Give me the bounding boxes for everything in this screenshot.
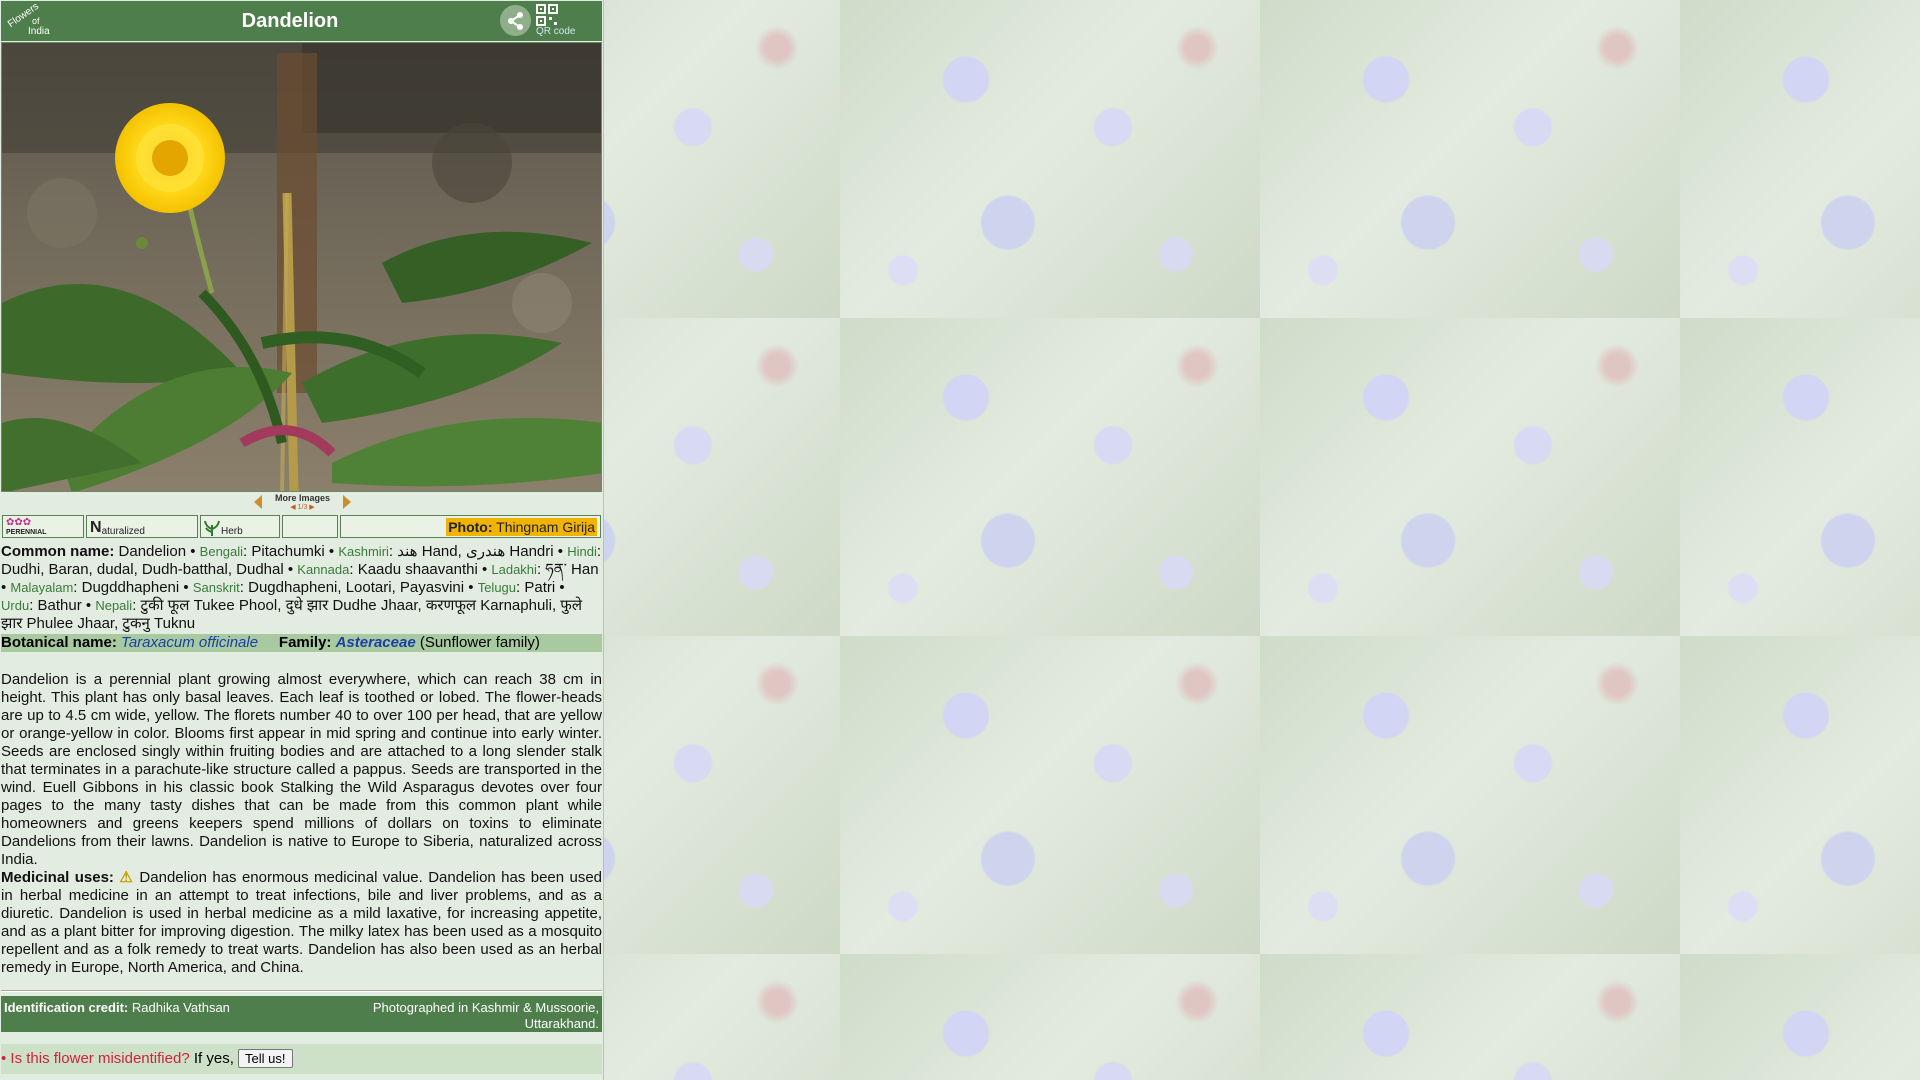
content-panel: Flowers of India Dandelion QR code More … [0,0,604,1080]
name-kannada: Kaadu shaavanthi [357,561,478,578]
flower-photo[interactable] [1,42,602,492]
botanical-name-link[interactable]: Taraxacum officinale [121,634,258,651]
lang-malayalam: Malayalam [10,580,74,595]
share-icon [507,11,523,30]
qr-code-label: QR code [536,26,576,37]
perennial-flowers-icon: ✿✿✿ [6,517,32,528]
qr-code-button[interactable]: QR code [536,4,586,38]
name-nepali: टुकी फूल Tukee Phool, दुधे झार Dudhe Jha… [1,597,583,632]
name-malayalam: Dugddhapheni [81,579,180,596]
name-telugu: Patri [524,579,556,596]
warning-icon: ⚠ [119,869,135,886]
medicinal-uses: Medicinal uses: ⚠ Dandelion has enormous… [1,869,602,977]
name-kashmiri: هند Hand, هندری Handri [397,543,554,560]
identification-credit-name: Radhika Vathsan [131,1000,230,1015]
lang-kashmiri: Kashmiri [338,544,389,559]
lang-nepali: Nepali [95,598,133,613]
identification-credit-bar: Identification credit: Radhika Vathsan P… [1,996,602,1032]
plant-attributes-row: ✿✿✿ PERENNIAL N aturalized Herb Photo: T… [1,514,602,541]
herb-badge: Herb [200,515,280,538]
misidentified-question[interactable]: • Is this flower misidentified? [1,1050,190,1067]
more-images-counter: ◀ 1/3 ▶ [290,504,315,511]
botanical-name-label: Botanical name: [1,634,117,651]
common-name-value: Dandelion [118,543,187,560]
name-sanskrit: Dugdhapheni, Lootari, Payasvini [248,579,465,596]
lang-hindi: Hindi [567,544,597,559]
naturalized-badge: N aturalized [86,515,198,538]
more-images-label: More Images [274,493,331,503]
botanical-name-bar: Botanical name: Taraxacum officinale Fam… [1,634,602,652]
photo-credit-label: Photo: [448,518,493,535]
lang-sanskrit: Sanskrit [192,580,240,595]
herb-icon [204,520,220,536]
herb-label: Herb [221,526,243,537]
more-images-nav[interactable]: More Images ◀ 1/3 ▶ [250,492,355,512]
tell-us-button[interactable]: Tell us! [238,1049,293,1068]
divider [1,990,602,992]
qr-code-icon [536,4,558,26]
misidentified-if-yes: If yes, [193,1050,234,1067]
name-ladakhi: ཧན་ Han [545,561,599,578]
name-bengali: Pitachumki [251,543,325,560]
naturalized-n-icon: N [90,519,102,536]
description-text: Dandelion is a perennial plant growing a… [1,671,602,868]
page-title: Dandelion [241,10,339,32]
perennial-badge: ✿✿✿ PERENNIAL [2,515,84,538]
lang-bengali: Bengali [199,544,244,559]
photographed-location: Photographed in Kashmir & Mussoorie, Utt… [372,1000,599,1031]
family-label: Family: [278,634,332,651]
name-urdu: Bathur [37,597,82,614]
identification-credit-label: Identification credit: [4,1000,129,1015]
name-hindi: Dudhi, Baran, dudal, Dudh-batthal, Dudha… [1,561,284,578]
lang-urdu: Urdu [1,598,30,613]
medicinal-uses-label: Medicinal uses: [1,869,114,886]
misidentified-bar: • Is this flower misidentified? If yes, … [1,1044,602,1074]
lang-ladakhi: Ladakhi [491,562,537,577]
lang-telugu: Telugu [477,580,517,595]
next-image-arrow-icon[interactable] [343,495,351,509]
photo-credit: Photo: Thingnam Girija [446,517,597,536]
photo-credit-name: Thingnam Girija [496,518,595,535]
share-button[interactable] [500,5,531,36]
header-bar: Flowers of India Dandelion QR code [1,1,602,41]
common-names-block: Common name: Dandelion • Bengali: Pitach… [1,543,601,632]
empty-attribute-cell [282,515,338,538]
family-common-name: (Sunflower family) [419,634,540,651]
lang-kannada: Kannada [297,562,350,577]
dandelion-photo-image [2,43,601,491]
common-name-label: Common name: [1,543,115,560]
naturalized-label: aturalized [101,526,145,537]
photo-credit-cell: Photo: Thingnam Girija [340,515,601,538]
perennial-label: PERENNIAL [6,529,47,536]
family-link[interactable]: Asteraceae [336,634,416,651]
identification-credit: Identification credit: Radhika Vathsan [4,1000,230,1015]
